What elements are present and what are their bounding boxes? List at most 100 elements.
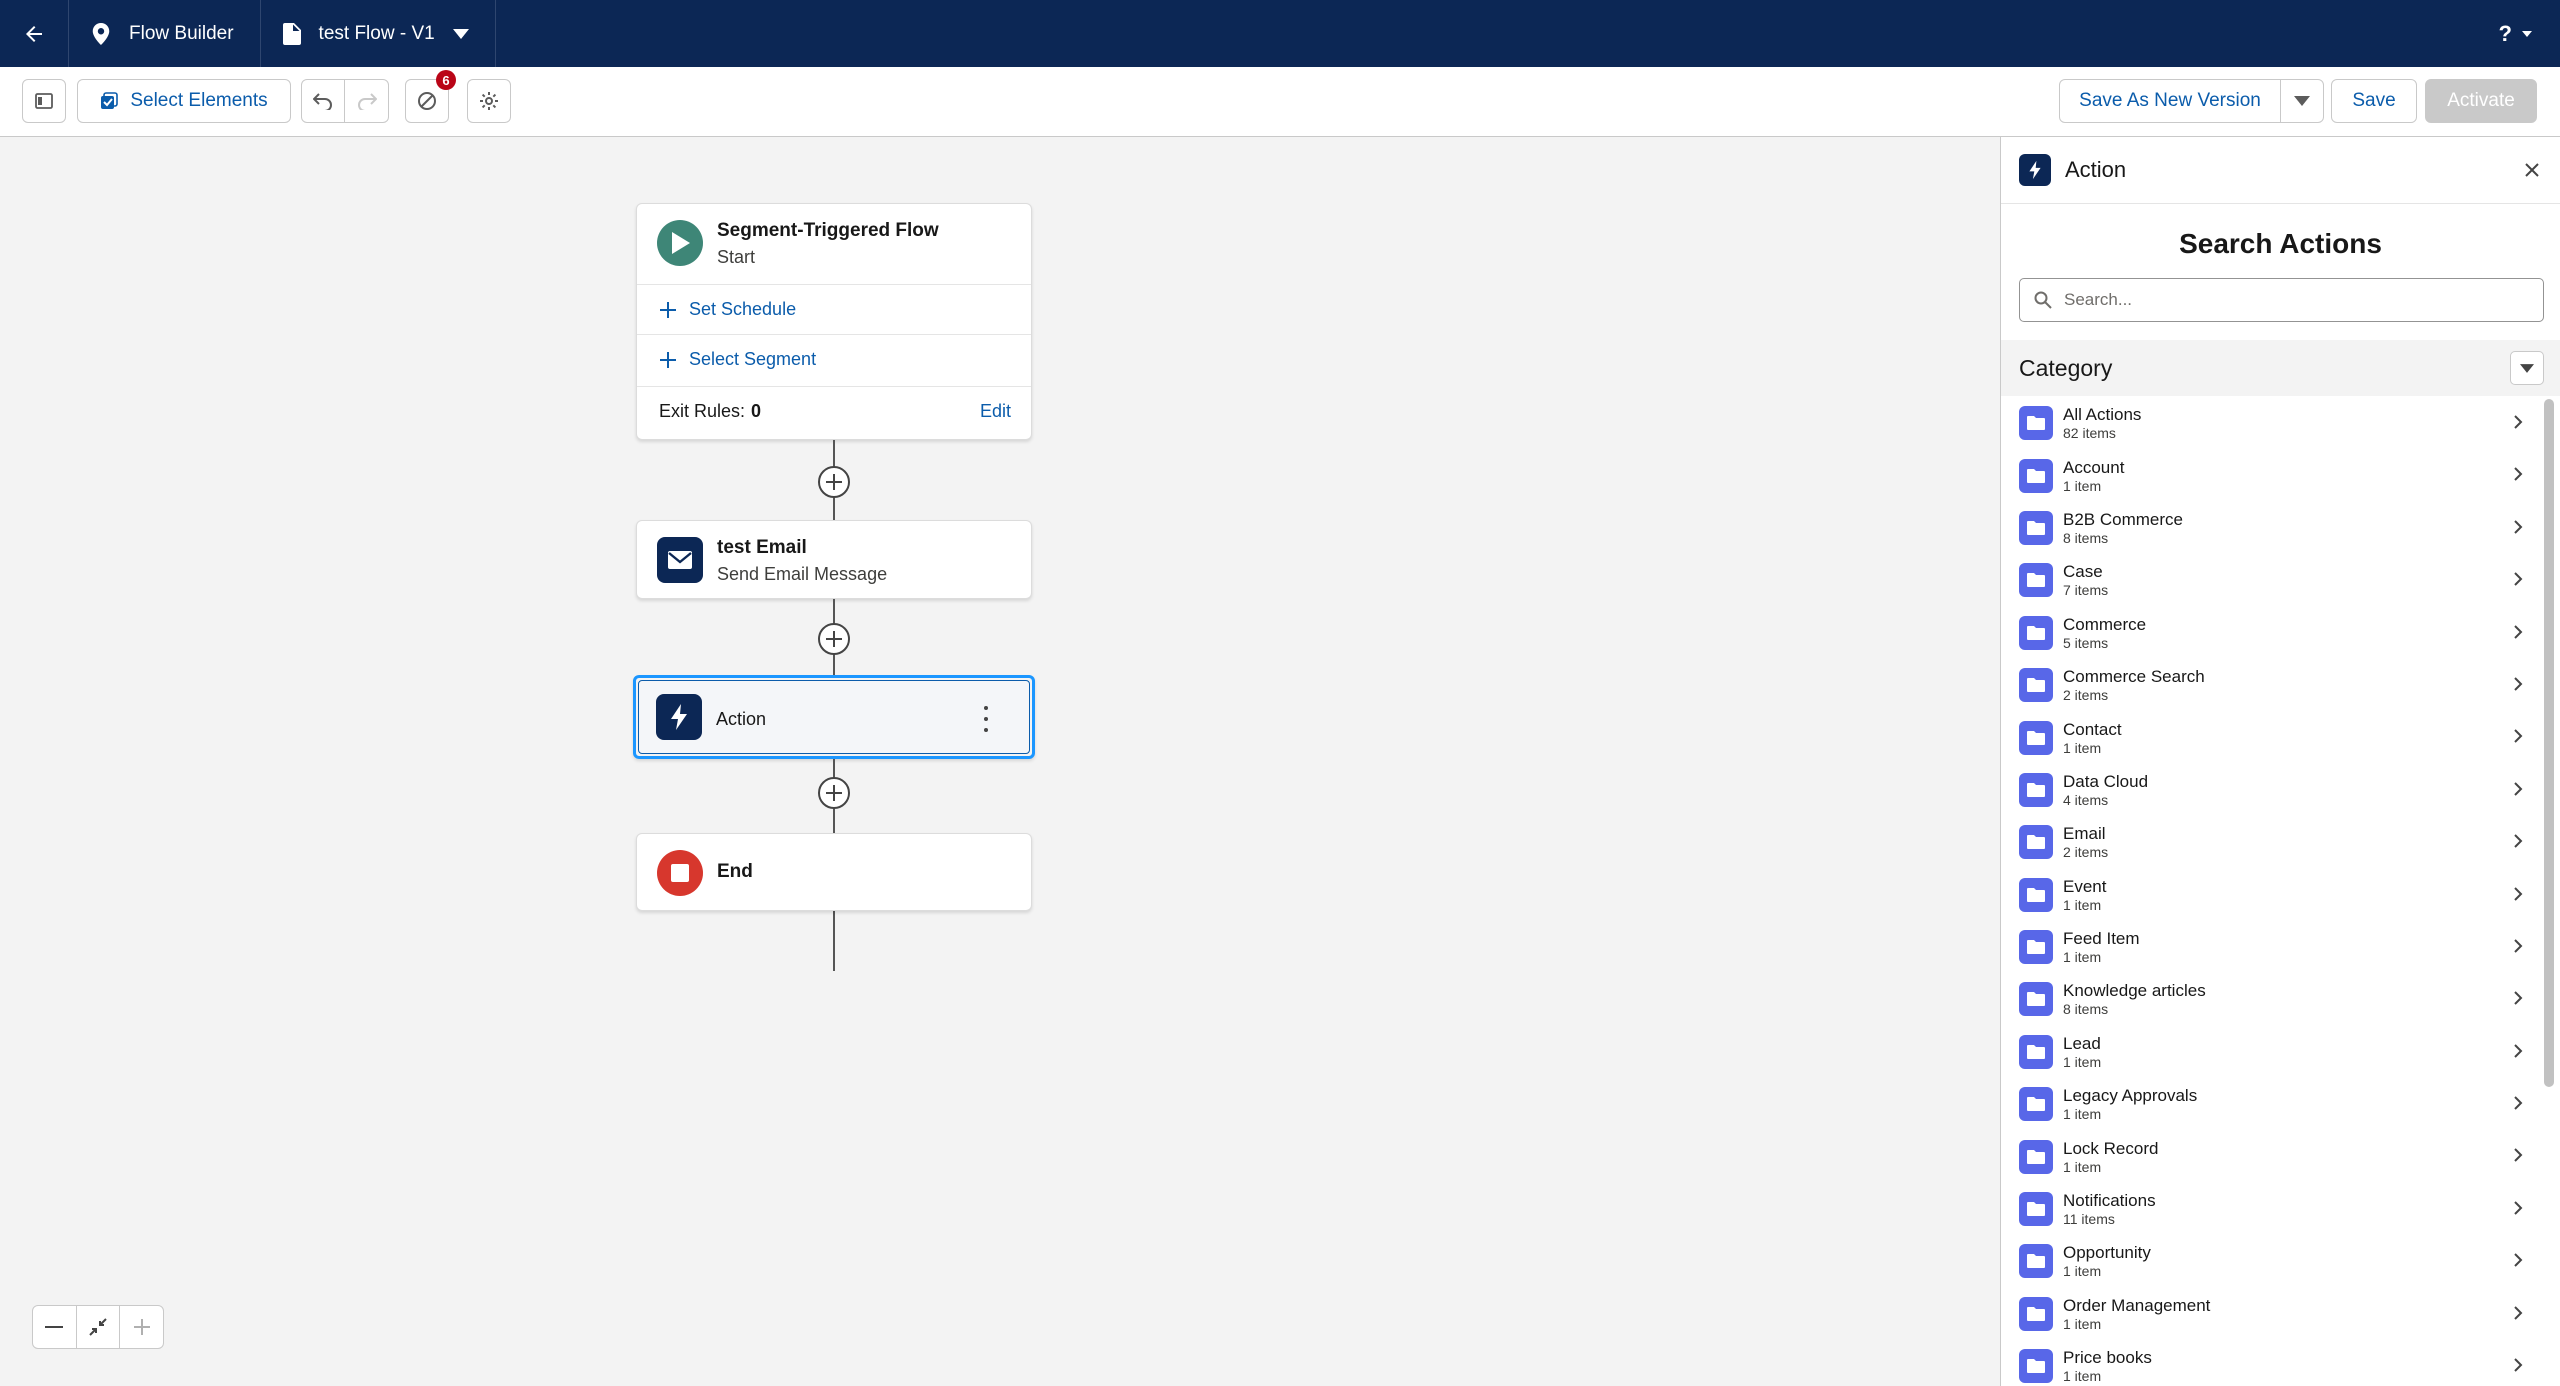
category-item[interactable]: All Actions 82 items <box>2001 397 2537 449</box>
activate-button[interactable]: Activate <box>2425 79 2537 123</box>
category-item[interactable]: Commerce 5 items <box>2001 607 2537 659</box>
category-item-count: 1 item <box>2063 477 2102 494</box>
category-item[interactable]: Feed Item 1 item <box>2001 921 2537 973</box>
exit-rules-label: Exit Rules: <box>659 401 746 421</box>
add-element-button[interactable] <box>818 623 850 655</box>
chevron-right-icon <box>2514 1043 2523 1058</box>
category-item[interactable]: Contact 1 item <box>2001 711 2537 763</box>
chevron-right-icon <box>2514 1148 2523 1163</box>
chevron-down-icon <box>2520 363 2534 373</box>
chevron-right-icon <box>2514 939 2523 953</box>
save-options-dropdown[interactable] <box>2280 79 2324 123</box>
arrow-left-icon <box>26 25 42 42</box>
caret-down-icon <box>452 28 469 39</box>
save-label: Save <box>2352 90 2396 111</box>
save-as-new-version-button[interactable]: Save As New Version <box>2059 79 2281 123</box>
chevron-right-icon <box>2514 1358 2523 1372</box>
flow-name: test Flow - V1 <box>318 22 435 44</box>
error-count-badge: 6 <box>436 70 456 90</box>
category-item[interactable]: Notifications 11 items <box>2001 1183 2537 1235</box>
toggle-panel-button[interactable] <box>22 79 66 123</box>
exit-rules-edit-link[interactable]: Edit <box>980 401 1011 422</box>
email-node-title: test Email <box>717 537 807 558</box>
select-segment-link[interactable]: Select Segment <box>637 334 1031 384</box>
folder-icon <box>2019 668 2053 703</box>
category-item[interactable]: B2B Commerce 8 items <box>2001 502 2537 554</box>
category-item[interactable]: Lock Record 1 item <box>2001 1130 2537 1182</box>
minus-icon <box>45 1326 64 1328</box>
search-input[interactable] <box>2064 290 2504 310</box>
location-pin-icon <box>92 22 110 45</box>
category-item[interactable]: Email 2 items <box>2001 816 2537 868</box>
more-actions-icon[interactable] <box>976 706 996 732</box>
category-item-name: Case <box>2063 562 2103 582</box>
global-header: Flow Builder test Flow - V1 ? <box>0 0 2560 67</box>
set-schedule-link[interactable]: Set Schedule <box>637 284 1031 334</box>
undo-button[interactable] <box>302 80 346 122</box>
folder-icon <box>2019 1349 2053 1384</box>
category-item[interactable]: Data Cloud 4 items <box>2001 764 2537 816</box>
category-header: Category <box>2001 340 2560 396</box>
exit-rules-row: Exit Rules: 0 Edit <box>637 386 1031 436</box>
redo-button[interactable] <box>345 80 388 122</box>
chevron-right-icon <box>2514 415 2523 429</box>
category-item-name: Event <box>2063 876 2107 896</box>
folder-icon <box>2019 458 2053 493</box>
folder-icon <box>2019 1087 2053 1122</box>
select-elements-button[interactable]: Select Elements <box>77 79 291 123</box>
undo-icon <box>313 93 332 110</box>
category-item[interactable]: Account 1 item <box>2001 449 2537 501</box>
category-item[interactable]: Opportunity 1 item <box>2001 1235 2537 1287</box>
category-item-count: 5 items <box>2063 634 2109 651</box>
category-item[interactable]: Case 7 items <box>2001 554 2537 606</box>
redo-icon <box>357 93 377 110</box>
save-as-new-version-label: Save As New Version <box>2079 90 2261 111</box>
add-element-button[interactable] <box>818 777 850 809</box>
category-item[interactable]: Order Management 1 item <box>2001 1288 2537 1340</box>
close-icon[interactable] <box>2524 162 2540 178</box>
save-button[interactable]: Save <box>2331 79 2417 123</box>
category-toggle-button[interactable] <box>2510 351 2544 385</box>
action-node[interactable]: Action <box>633 675 1035 759</box>
folder-icon <box>2019 930 2053 965</box>
zoom-in-button[interactable] <box>120 1306 163 1348</box>
category-item-count: 8 items <box>2063 529 2109 546</box>
category-item-count: 1 item <box>2063 1368 2102 1385</box>
category-item[interactable]: Knowledge articles 8 items <box>2001 973 2537 1025</box>
select-icon <box>101 92 119 109</box>
category-item[interactable]: Commerce Search 2 items <box>2001 659 2537 711</box>
search-field[interactable] <box>2019 278 2544 322</box>
category-item[interactable]: Lead 1 item <box>2001 1026 2537 1078</box>
category-item-count: 4 items <box>2063 791 2109 808</box>
errors-button[interactable]: 6 <box>405 70 456 123</box>
category-item[interactable]: Event 1 item <box>2001 869 2537 921</box>
email-node[interactable]: test Email Send Email Message <box>636 520 1032 599</box>
start-node[interactable]: Segment-Triggered Flow Start Set Schedul… <box>636 203 1032 440</box>
category-item-name: Legacy Approvals <box>2063 1086 2198 1106</box>
category-item-name: Price books <box>2063 1348 2152 1368</box>
help-menu[interactable]: ? <box>2499 0 2532 67</box>
contract-icon <box>89 1318 107 1336</box>
folder-icon <box>2019 1034 2053 1069</box>
category-item-count: 1 item <box>2063 739 2102 756</box>
category-item-count: 1 item <box>2063 1106 2102 1123</box>
settings-button[interactable] <box>467 79 511 123</box>
end-node[interactable]: End <box>636 833 1032 911</box>
add-element-button[interactable] <box>818 466 850 498</box>
flow-canvas[interactable]: Segment-Triggered Flow Start Set Schedul… <box>0 137 2000 1386</box>
gear-icon <box>480 92 498 110</box>
zoom-out-button[interactable] <box>33 1306 77 1348</box>
category-item-count: 7 items <box>2063 582 2109 599</box>
flow-name-dropdown[interactable]: test Flow - V1 <box>261 0 496 67</box>
lightning-icon <box>656 694 702 740</box>
folder-icon <box>2019 1192 2053 1227</box>
category-item[interactable]: Price books 1 item <box>2001 1340 2537 1386</box>
fit-to-view-button[interactable] <box>77 1306 121 1348</box>
toolbar: Select Elements 6 Save As New Version Sa… <box>0 67 2560 137</box>
category-item-count: 1 item <box>2063 1158 2102 1175</box>
back-button[interactable] <box>0 0 69 67</box>
category-item-name: Feed Item <box>2063 929 2140 949</box>
category-list-scrollbar[interactable] <box>2544 399 2554 1087</box>
category-item[interactable]: Legacy Approvals 1 item <box>2001 1078 2537 1130</box>
folder-icon <box>2019 982 2053 1017</box>
